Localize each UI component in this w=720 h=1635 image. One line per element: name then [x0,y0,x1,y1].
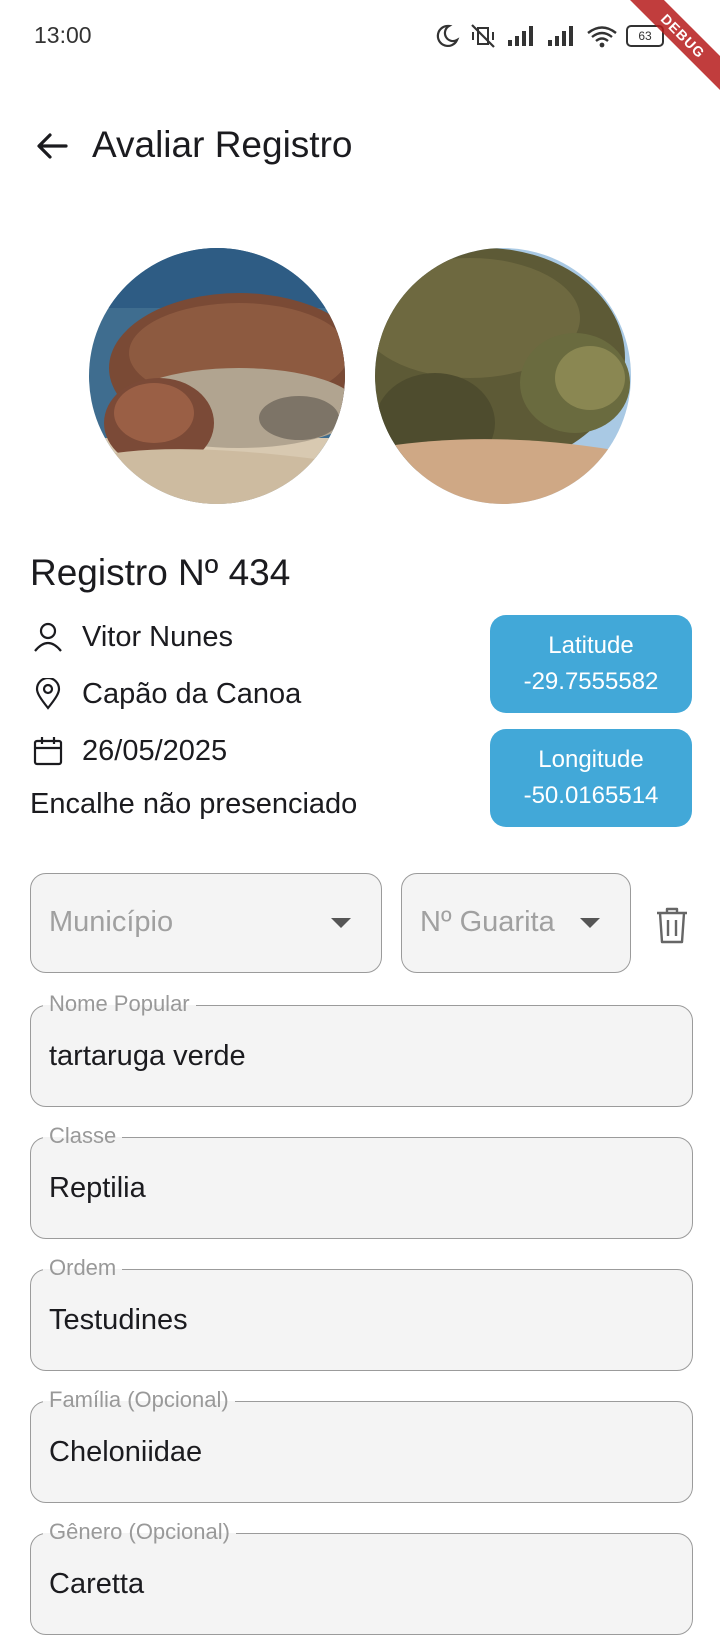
nome-popular-label: Nome Popular [43,990,196,1018]
municipio-placeholder: Município [49,906,174,938]
chevron-down-icon [580,918,600,928]
signal-icon-2 [548,26,573,46]
guarita-dropdown[interactable]: Nº Guarita [401,873,631,973]
record-title: Registro Nº 434 [30,552,291,593]
mute-vibrate-icon [471,24,495,48]
signal-icon-1 [508,26,533,46]
status-icons: 63 [434,20,664,52]
guarita-placeholder: Nº Guarita [420,906,555,938]
ordem-field[interactable]: Ordem Testudines [30,1254,693,1371]
genero-value[interactable]: Caretta [49,1568,144,1601]
status-time: 13:00 [34,22,92,48]
municipio-dropdown[interactable]: Município [30,873,382,973]
familia-label: Família (Opcional) [43,1386,235,1414]
record-date: 26/05/2025 [82,734,228,767]
familia-field[interactable]: Família (Opcional) Cheloniidae [30,1386,693,1503]
wifi-icon [587,26,617,48]
classe-field[interactable]: Classe Reptilia [30,1122,693,1239]
ordem-label: Ordem [43,1254,123,1282]
classe-value[interactable]: Reptilia [49,1172,146,1205]
latitude-label: Latitude [548,632,634,659]
record-user: Vitor Nunes [82,620,233,653]
chevron-down-icon [331,918,351,928]
delete-button[interactable] [654,905,690,945]
status-bar: 13:00 63 DEBUG [0,0,720,98]
classe-label: Classe [43,1122,123,1150]
latitude-value: -29.7555582 [523,668,659,695]
genero-label: Gênero (Opcional) [43,1518,236,1546]
familia-value[interactable]: Cheloniidae [49,1436,202,1469]
person-icon [30,619,66,655]
arrow-left-icon [37,133,68,159]
calendar-icon [30,733,66,769]
turtle-photo-1[interactable] [89,248,345,504]
longitude-button[interactable]: Longitude -50.0165514 [490,729,692,827]
record-note: Encalhe não presenciado [30,788,358,820]
genero-field[interactable]: Gênero (Opcional) Caretta [30,1518,693,1635]
record-place: Capão da Canoa [82,677,302,710]
ordem-value[interactable]: Testudines [49,1304,188,1337]
record-user-row: Vitor Nunes [30,617,233,657]
turtle-photo-2[interactable] [375,248,631,504]
record-place-row: Capão da Canoa [30,674,301,714]
app-bar: Avaliar Registro [0,100,720,196]
do-not-disturb-icon [436,24,460,47]
latitude-button[interactable]: Latitude -29.7555582 [490,615,692,713]
longitude-label: Longitude [538,746,644,773]
longitude-value: -50.0165514 [523,782,659,809]
trash-icon [657,907,687,944]
back-button[interactable] [30,124,74,168]
location-pin-icon [30,676,66,712]
record-date-row: 26/05/2025 [30,731,227,771]
nome-popular-value[interactable]: tartaruga verde [49,1040,246,1073]
page-title: Avaliar Registro [92,124,353,165]
nome-popular-field[interactable]: Nome Popular tartaruga verde [30,990,693,1107]
